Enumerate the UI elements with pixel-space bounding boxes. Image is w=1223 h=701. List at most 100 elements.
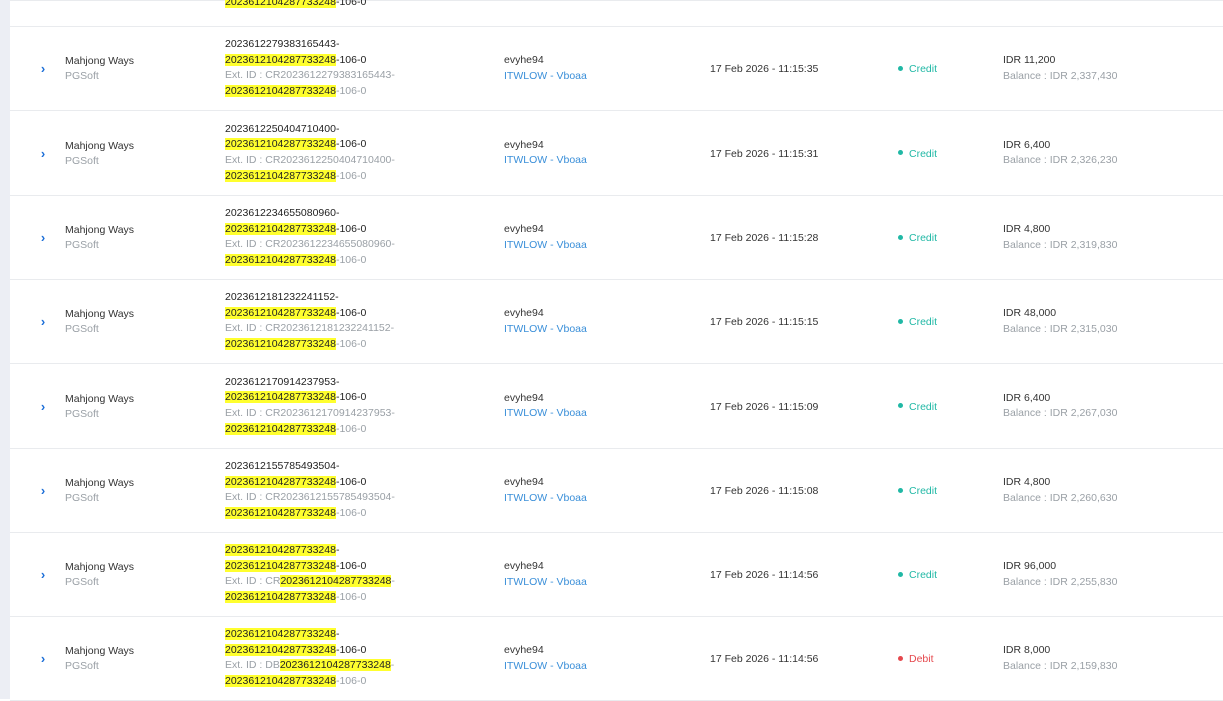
player-cell: evyhe94 ITWLOW - Vboaa — [504, 559, 587, 590]
agent-link[interactable]: ITWLOW - Vboaa — [504, 238, 587, 254]
transaction-id: 2023612170914237953- — [225, 375, 340, 388]
status-dot-icon — [898, 403, 903, 409]
highlight-match: 2023612104287733248 — [225, 628, 336, 640]
expand-row-icon[interactable]: › — [36, 231, 50, 245]
game-provider: PGSoft — [65, 323, 99, 335]
external-id-cont: 2023612104287733248-106-0 — [225, 422, 367, 435]
highlight-match: 2023612104287733248 — [225, 222, 336, 235]
amount-cell: IDR 11,200 Balance : IDR 2,337,430 — [1003, 53, 1117, 84]
highlight-match: 2023612104287733248 — [225, 675, 336, 688]
transaction-id: 2023612155785493504- — [225, 460, 340, 472]
expand-row-icon[interactable]: › — [36, 484, 50, 498]
external-id: Ext. ID : CR2023612104287733248- — [225, 575, 395, 588]
transaction-datetime: 17 Feb 2026 - 11:15:35 — [710, 63, 819, 75]
expand-row-icon[interactable]: › — [36, 62, 50, 76]
transaction-id-cont: 2023612104287733248-106-0 — [225, 138, 367, 151]
table-row[interactable]: › Mahjong Ways PGSoft 202361215578549350… — [10, 449, 1223, 533]
transaction-amount: IDR 4,800 — [1003, 223, 1051, 235]
status-dot-icon — [898, 65, 903, 71]
agent-link[interactable]: ITWLOW - Vboaa — [504, 406, 587, 422]
agent-link[interactable]: ITWLOW - Vboaa — [504, 491, 587, 507]
highlight-match: 2023612104287733248 — [225, 391, 336, 404]
transaction-id-cont: 2023612104287733248-106-0 — [225, 222, 367, 235]
agent-link[interactable]: ITWLOW - Vboaa — [504, 69, 587, 85]
amount-cell: IDR 6,400 Balance : IDR 2,326,230 — [1003, 138, 1117, 169]
transaction-id-cell: 2023612234655080960- 2023612104287733248… — [225, 206, 395, 269]
transaction-datetime: 17 Feb 2026 - 11:14:56 — [710, 653, 819, 665]
player-username: evyhe94 — [504, 476, 544, 488]
table-row[interactable]: › Mahjong Ways PGSoft 202361223465508096… — [10, 196, 1223, 280]
expand-row-icon[interactable]: › — [36, 568, 50, 582]
highlight-match: 2023612104287733248 — [225, 422, 336, 435]
balance-after: Balance : IDR 2,267,030 — [1003, 407, 1118, 419]
external-id: Ext. ID : CR2023612250404710400- — [225, 153, 395, 166]
external-id-cont: 2023612104287733248-106-0 — [225, 169, 367, 182]
table-row[interactable]: › Mahjong Ways PGSoft 202361225040471040… — [10, 111, 1223, 196]
transaction-amount: IDR 6,400 — [1003, 138, 1051, 151]
game-provider: PGSoft — [65, 492, 99, 504]
expand-row-icon[interactable]: › — [36, 652, 50, 666]
table-row[interactable]: › Mahjong Ways PGSoft 202361210428773324… — [10, 617, 1223, 701]
amount-cell: IDR 48,000 Balance : IDR 2,315,030 — [1003, 306, 1117, 337]
amount-cell: IDR 8,000 Balance : IDR 2,159,830 — [1003, 643, 1117, 674]
highlight-match: 2023612104287733248 — [225, 591, 336, 604]
transaction-id-cell: 2023612250404710400- 2023612104287733248… — [225, 122, 395, 185]
game-name: Mahjong Ways — [65, 55, 135, 67]
external-id: Ext. ID : CR2023612234655080960- — [225, 238, 395, 251]
status-dot-icon — [898, 318, 903, 324]
transaction-id: 2023612279383165443- — [225, 38, 340, 50]
transaction-datetime: 17 Feb 2026 - 11:14:56 — [710, 569, 819, 581]
transaction-id-cont: 2023612104287733248-106-0 — [225, 306, 367, 319]
transaction-amount: IDR 8,000 — [1003, 644, 1051, 656]
balance-after: Balance : IDR 2,260,630 — [1003, 491, 1118, 504]
game-cell: Mahjong Ways PGSoft — [65, 223, 134, 253]
expand-row-icon[interactable]: › — [36, 146, 50, 161]
game-cell: Mahjong Ways PGSoft — [65, 392, 134, 422]
expand-row-icon[interactable]: › — [36, 399, 50, 414]
balance-after: Balance : IDR 2,326,230 — [1003, 154, 1118, 166]
table-row[interactable]: › Mahjong Ways PGSoft 202361217091423795… — [10, 364, 1223, 449]
agent-link[interactable]: ITWLOW - Vboaa — [504, 322, 587, 338]
player-username: evyhe94 — [504, 307, 544, 319]
game-name: Mahjong Ways — [65, 392, 135, 405]
external-id: Ext. ID : DB2023612104287733248- — [225, 659, 395, 672]
external-id-cont: 2023612104287733248-106-0 — [225, 254, 367, 267]
transaction-id-cont: 2023612104287733248-106-0 — [225, 391, 367, 404]
highlight-match: 2023612104287733248 — [225, 306, 336, 319]
transaction-id-cell: 2023612279383165443- 2023612104287733248… — [225, 37, 395, 100]
player-username: evyhe94 — [504, 560, 544, 572]
transaction-id: 2023612181232241152- — [225, 291, 339, 303]
external-id: Ext. ID : CR2023612155785493504- — [225, 491, 395, 504]
table-row[interactable]: › Mahjong Ways PGSoft 202361210428773324… — [10, 533, 1223, 617]
transaction-type-badge: Credit — [898, 232, 937, 244]
agent-link[interactable]: ITWLOW - Vboaa — [504, 153, 587, 169]
highlight-match: 2023612104287733248 — [225, 559, 336, 572]
transaction-type-badge: Credit — [898, 148, 937, 160]
amount-cell: IDR 96,000 Balance : IDR 2,255,830 — [1003, 559, 1117, 590]
transaction-id-cell: 2023612155785493504- 2023612104287733248… — [225, 459, 395, 522]
player-cell: evyhe94 ITWLOW - Vboaa — [504, 222, 587, 253]
transaction-id-cell: 2023612104287733248- 2023612104287733248… — [225, 543, 395, 606]
highlight-match: 2023612104287733248 — [225, 544, 336, 556]
transaction-type-badge: Credit — [898, 569, 937, 581]
transaction-amount: IDR 6,400 — [1003, 391, 1051, 404]
transaction-id-cell: 2023612181232241152- 2023612104287733248… — [225, 290, 394, 353]
table-row[interactable]: › Mahjong Ways PGSoft 202361218123224115… — [10, 280, 1223, 364]
expand-row-icon[interactable]: › — [36, 315, 50, 329]
game-cell: Mahjong Ways PGSoft — [65, 54, 134, 84]
transaction-id: 2023612104287733248-106-0 — [225, 0, 366, 11]
external-id: Ext. ID : CR2023612181232241152- — [225, 322, 395, 335]
player-cell: evyhe94 ITWLOW - Vboaa — [504, 643, 587, 674]
player-cell: evyhe94 ITWLOW - Vboaa — [504, 138, 587, 169]
table-row[interactable]: › Mahjong Ways PGSoft 202361227938316544… — [10, 27, 1223, 111]
agent-link[interactable]: ITWLOW - Vboaa — [504, 575, 587, 591]
amount-cell: IDR 4,800 Balance : IDR 2,260,630 — [1003, 475, 1117, 506]
transaction-amount: IDR 48,000 — [1003, 307, 1057, 319]
agent-link[interactable]: ITWLOW - Vboaa — [504, 659, 587, 675]
external-id: Ext. ID : CR2023612279383165443- — [225, 69, 395, 82]
game-cell: Mahjong Ways PGSoft — [65, 644, 134, 674]
external-id-cont: 2023612104287733248-106-0 — [225, 591, 367, 604]
status-dot-icon — [898, 487, 903, 493]
game-name: Mahjong Ways — [65, 139, 135, 152]
external-id-cont: 2023612104287733248-106-0 — [225, 507, 367, 520]
